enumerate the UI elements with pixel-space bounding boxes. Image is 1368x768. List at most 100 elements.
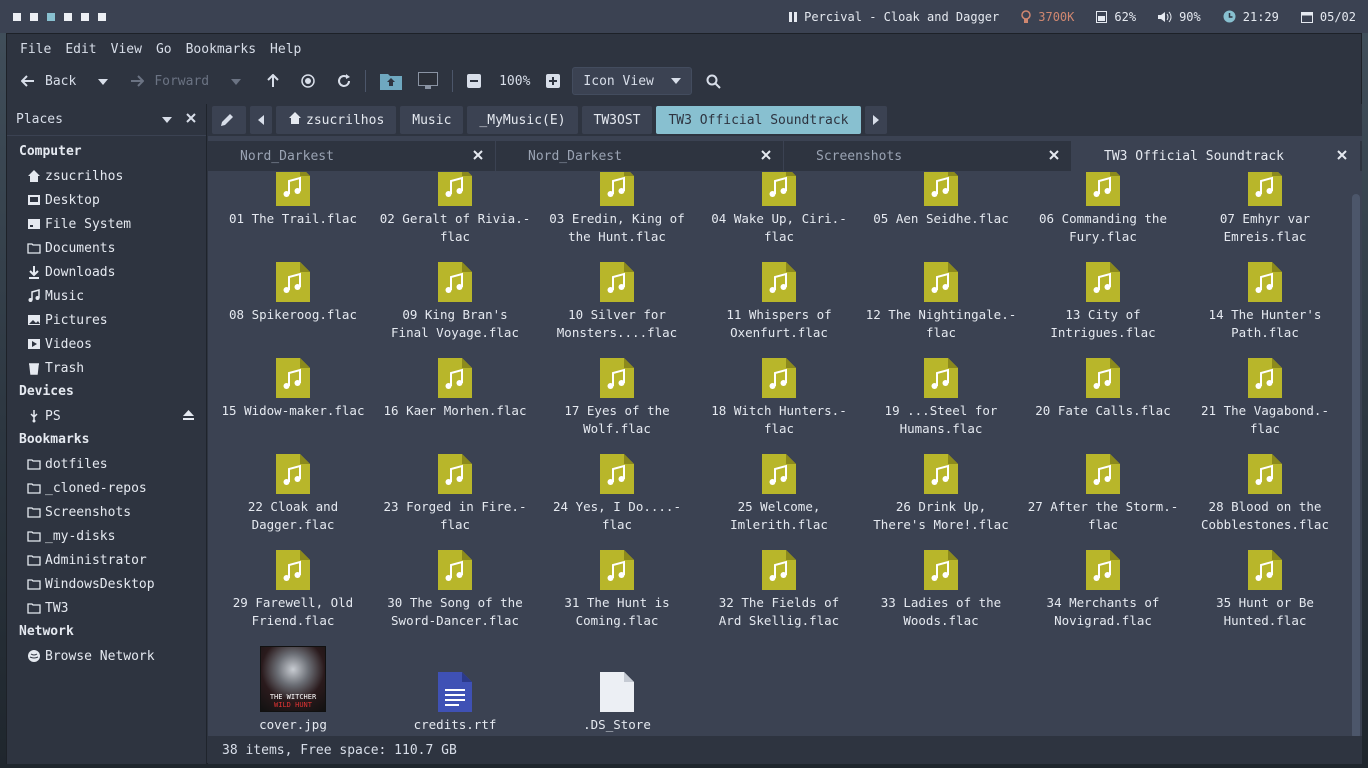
- file-item[interactable]: 07 Emhyr var Emreis.flac: [1184, 172, 1346, 246]
- sidebar-item-ps[interactable]: PS: [7, 404, 206, 428]
- workspace-indicators[interactable]: [13, 12, 106, 21]
- sidebar-item-documents[interactable]: Documents: [7, 236, 206, 260]
- menu-view[interactable]: View: [104, 42, 149, 57]
- sidebar-item-videos[interactable]: Videos: [7, 332, 206, 356]
- file-item[interactable]: 31 The Hunt is Coming.flac: [536, 550, 698, 630]
- workspace-5[interactable]: [81, 12, 89, 21]
- back-button[interactable]: Back: [15, 67, 114, 95]
- file-item[interactable]: 32 The Fields of Ard Skellig.flac: [698, 550, 860, 630]
- file-item[interactable]: 29 Farewell, Old Friend.flac: [212, 550, 374, 630]
- sidebar-item-tw3[interactable]: TW3: [7, 596, 206, 620]
- close-icon[interactable]: [473, 149, 483, 164]
- sidebar-item-file-system[interactable]: File System: [7, 212, 206, 236]
- file-item[interactable]: 12 The Nightingale.- flac: [860, 262, 1022, 342]
- sidebar-item-dotfiles[interactable]: dotfiles: [7, 452, 206, 476]
- sidebar-item-zsucrilhos[interactable]: zsucrilhos: [7, 164, 206, 188]
- file-item[interactable]: 16 Kaer Morhen.flac: [374, 358, 536, 420]
- computer-button[interactable]: [412, 67, 444, 95]
- file-item[interactable]: 02 Geralt of Rivia.- flac: [374, 172, 536, 246]
- sidebar-item-windowsdesktop[interactable]: WindowsDesktop: [7, 572, 206, 596]
- crumb-1[interactable]: Music: [400, 106, 464, 134]
- crumb-3[interactable]: TW3OST: [581, 106, 653, 134]
- crumb-4[interactable]: TW3 Official Soundtrack: [656, 106, 861, 134]
- crumb-0[interactable]: zsucrilhos: [276, 106, 397, 134]
- stop-button[interactable]: [295, 67, 321, 95]
- tab-0[interactable]: Nord_Darkest: [208, 141, 496, 171]
- workspace-4[interactable]: [64, 12, 72, 21]
- sidebar-item-pictures[interactable]: Pictures: [7, 308, 206, 332]
- close-icon[interactable]: [761, 149, 771, 164]
- sidebar-item-browse-network[interactable]: Browse Network: [7, 644, 206, 668]
- workspace-3[interactable]: [47, 12, 55, 21]
- file-item[interactable]: 19 ...Steel for Humans.flac: [860, 358, 1022, 438]
- menu-file[interactable]: File: [13, 42, 58, 57]
- tab-3[interactable]: TW3 Official Soundtrack: [1072, 141, 1360, 171]
- scrollbar[interactable]: [1352, 194, 1360, 739]
- menu-bookmarks[interactable]: Bookmarks: [179, 42, 263, 57]
- workspace-1[interactable]: [13, 12, 21, 21]
- home-button[interactable]: [374, 67, 408, 95]
- file-item[interactable]: 25 Welcome, Imlerith.flac: [698, 454, 860, 534]
- crumb-2[interactable]: _MyMusic(E): [467, 106, 578, 134]
- eject-icon[interactable]: [183, 409, 194, 424]
- file-item[interactable]: 05 Aen Seidhe.flac: [860, 172, 1022, 228]
- close-icon[interactable]: [186, 112, 196, 127]
- file-item[interactable]: 33 Ladies of the Woods.flac: [860, 550, 1022, 630]
- chevron-down-icon[interactable]: [98, 74, 109, 89]
- now-playing[interactable]: Percival - Cloak and Dagger: [789, 10, 999, 24]
- up-button[interactable]: [261, 67, 285, 95]
- sidebar-item--my-disks[interactable]: _my-disks: [7, 524, 206, 548]
- sidebar-item-trash[interactable]: Trash: [7, 356, 206, 380]
- tab-1[interactable]: Nord_Darkest: [496, 141, 784, 171]
- menu-edit[interactable]: Edit: [58, 42, 103, 57]
- workspace-2[interactable]: [30, 12, 38, 21]
- reload-button[interactable]: [331, 67, 357, 95]
- sidebar-item--cloned-repos[interactable]: _cloned-repos: [7, 476, 206, 500]
- sidebar-item-administrator[interactable]: Administrator: [7, 548, 206, 572]
- workspace-6[interactable]: [98, 12, 106, 21]
- file-item[interactable]: 09 King Bran's Final Voyage.flac: [374, 262, 536, 342]
- file-item[interactable]: 04 Wake Up, Ciri.- flac: [698, 172, 860, 246]
- tab-2[interactable]: Screenshots: [784, 141, 1072, 171]
- zoom-in-button[interactable]: [540, 67, 566, 95]
- file-item[interactable]: 13 City of Intrigues.flac: [1022, 262, 1184, 342]
- menu-go[interactable]: Go: [149, 42, 179, 57]
- file-item[interactable]: 06 Commanding the Fury.flac: [1022, 172, 1184, 246]
- file-item[interactable]: 30 The Song of the Sword-Dancer.flac: [374, 550, 536, 630]
- file-item[interactable]: 11 Whispers of Oxenfurt.flac: [698, 262, 860, 342]
- menu-help[interactable]: Help: [263, 42, 308, 57]
- file-item[interactable]: 34 Merchants of Novigrad.flac: [1022, 550, 1184, 630]
- sidebar-item-screenshots[interactable]: Screenshots: [7, 500, 206, 524]
- close-icon[interactable]: [1337, 149, 1347, 164]
- path-scroll-left[interactable]: [250, 106, 272, 134]
- view-mode-select[interactable]: Icon View: [572, 67, 693, 95]
- file-item[interactable]: 03 Eredin, King of the Hunt.flac: [536, 172, 698, 246]
- file-item[interactable]: 24 Yes, I Do....- flac: [536, 454, 698, 534]
- sidebar-item-downloads[interactable]: Downloads: [7, 260, 206, 284]
- file-item[interactable]: 20 Fate Calls.flac: [1022, 358, 1184, 420]
- file-item[interactable]: 22 Cloak and Dagger.flac: [212, 454, 374, 534]
- file-item[interactable]: 28 Blood on the Cobblestones.flac: [1184, 454, 1346, 534]
- file-item[interactable]: .DS_Store: [536, 646, 698, 734]
- file-item[interactable]: 08 Spikeroog.flac: [212, 262, 374, 324]
- file-item[interactable]: 01 The Trail.flac: [212, 172, 374, 228]
- file-item[interactable]: 15 Widow-maker.flac: [212, 358, 374, 420]
- file-item[interactable]: 17 Eyes of the Wolf.flac: [536, 358, 698, 438]
- chevron-down-icon[interactable]: [162, 112, 172, 127]
- sidebar-item-music[interactable]: Music: [7, 284, 206, 308]
- forward-button[interactable]: Forward: [124, 67, 247, 95]
- file-item[interactable]: 35 Hunt or Be Hunted.flac: [1184, 550, 1346, 630]
- file-item[interactable]: 21 The Vagabond.- flac: [1184, 358, 1346, 438]
- file-item[interactable]: THE WITCHER WILD HUNT cover.jpg: [212, 646, 374, 734]
- file-item[interactable]: 18 Witch Hunters.- flac: [698, 358, 860, 438]
- file-item[interactable]: 26 Drink Up, There's More!.flac: [860, 454, 1022, 534]
- file-item[interactable]: 14 The Hunter's Path.flac: [1184, 262, 1346, 342]
- volume-indicator[interactable]: 90%: [1158, 10, 1201, 24]
- file-item[interactable]: 23 Forged in Fire.- flac: [374, 454, 536, 534]
- search-button[interactable]: [700, 67, 727, 95]
- edit-path-button[interactable]: [212, 106, 246, 134]
- zoom-out-button[interactable]: [461, 67, 487, 95]
- file-item[interactable]: 10 Silver for Monsters....flac: [536, 262, 698, 342]
- sidebar-item-desktop[interactable]: Desktop: [7, 188, 206, 212]
- path-scroll-right[interactable]: [864, 106, 887, 134]
